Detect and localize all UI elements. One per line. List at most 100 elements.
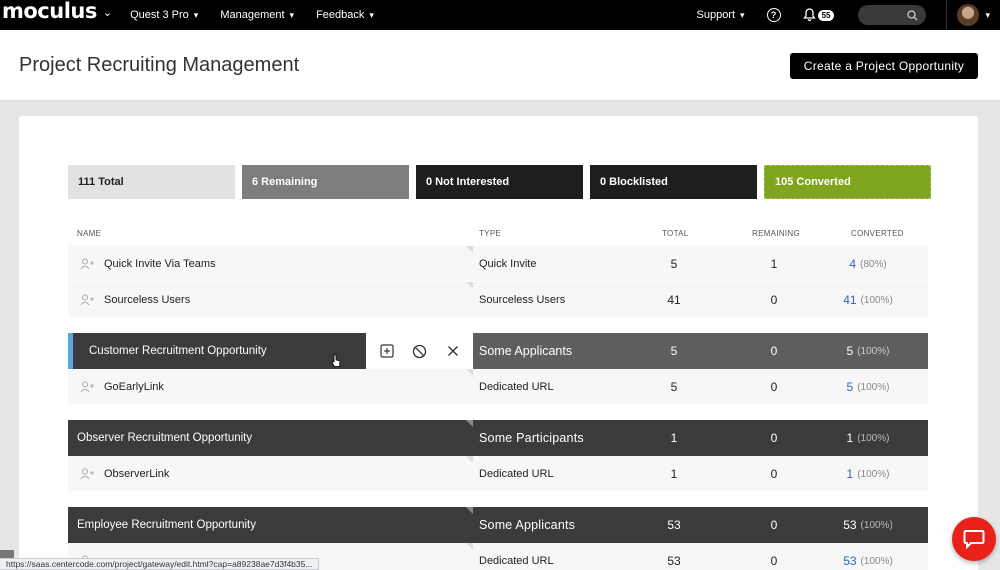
row-remaining: 0 [770, 380, 778, 394]
converted-percent: (80%) [860, 258, 887, 270]
stat-converted[interactable]: 105 Converted [764, 165, 931, 199]
group-row-hovered[interactable]: Customer Recruitment Opportunity Some Ap… [68, 333, 928, 369]
converted-percent: (100%) [857, 345, 890, 357]
group-name[interactable]: Customer Recruitment Opportunity [68, 333, 366, 369]
row-name: Sourceless Users [104, 294, 191, 306]
row-total: 53 [667, 554, 681, 568]
chevron-down-icon: ▾ [369, 9, 374, 20]
converted-percent: (100%) [860, 555, 893, 567]
row-total: 53 [667, 518, 681, 532]
group-row[interactable]: Employee Recruitment Opportunity Some Ap… [68, 507, 928, 543]
page-title: Project Recruiting Management [19, 54, 300, 76]
stat-not-interested[interactable]: 0 Not Interested [416, 165, 583, 199]
table-row[interactable]: GoEarlyLink Dedicated URL 5 0 5 (100%) [68, 369, 928, 405]
converted-link[interactable]: 4 [849, 257, 856, 271]
add-button[interactable] [378, 342, 396, 360]
recruiting-card: 111 Total 6 Remaining 0 Not Interested 0… [19, 116, 978, 570]
help-icon[interactable]: ? [766, 8, 781, 22]
converted-percent: (100%) [857, 432, 890, 444]
group-name[interactable]: Employee Recruitment Opportunity [68, 507, 473, 543]
nav-right: Support ▾ ? 55 ▾ [697, 0, 1000, 30]
converted-count: 53 [843, 518, 857, 532]
hand-cursor-icon [331, 354, 341, 367]
row-remaining: 0 [770, 344, 778, 358]
row-type: Dedicated URL [479, 381, 554, 393]
stat-blocklisted[interactable]: 0 Blocklisted [590, 165, 757, 199]
converted-link[interactable]: 41 [843, 293, 856, 307]
row-total: 5 [670, 380, 678, 394]
bell-icon [802, 8, 816, 22]
table-row[interactable]: Quick Invite Via Teams Quick Invite 5 1 … [68, 246, 928, 282]
nav-item-feedback[interactable]: Feedback ▾ [316, 9, 374, 21]
row-type: Some Participants [479, 431, 584, 445]
add-user-icon [80, 468, 96, 480]
chat-bubble-icon [963, 530, 985, 549]
chevron-down-icon[interactable]: ⌄ [103, 6, 112, 19]
nav-item-project[interactable]: Quest 3 Pro ▾ [130, 9, 198, 21]
chevron-down-icon: ▾ [289, 9, 295, 20]
support-menu[interactable]: Support ▾ [697, 9, 745, 21]
logo[interactable]: moculus [2, 0, 97, 23]
table-row[interactable]: Sourceless Users Sourceless Users 41 0 4… [68, 282, 928, 318]
side-tab [0, 550, 14, 558]
row-type: Some Applicants [479, 518, 576, 532]
chevron-down-icon: ▾ [740, 9, 745, 20]
converted-link[interactable]: 53 [843, 554, 856, 568]
table-row[interactable]: ObserverLink Dedicated URL 1 0 1 (100%) [68, 456, 928, 492]
search-input[interactable] [858, 5, 927, 25]
nav-menu: Quest 3 Pro ▾ Management ▾ Feedback ▾ [130, 9, 396, 21]
browser-status-url: https://saas.centercode.com/project/gate… [0, 558, 320, 570]
add-user-icon [80, 294, 96, 306]
converted-percent: (100%) [860, 519, 893, 531]
chat-launcher-button[interactable] [952, 517, 996, 561]
add-user-icon [80, 381, 96, 393]
row-remaining: 0 [770, 293, 778, 307]
nav-item-label: Feedback [316, 9, 365, 21]
stat-total[interactable]: 111 Total [68, 165, 235, 199]
chevron-down-icon: ▾ [193, 9, 199, 20]
converted-link[interactable]: 1 [847, 467, 854, 481]
column-header-converted: CONVERTED [851, 229, 904, 238]
close-button[interactable] [444, 342, 462, 360]
stats-bar: 111 Total 6 Remaining 0 Not Interested 0… [68, 165, 931, 199]
row-remaining: 0 [770, 518, 778, 532]
nav-item-management[interactable]: Management ▾ [220, 9, 294, 21]
nav-item-label: Management [220, 9, 285, 21]
group-row[interactable]: Observer Recruitment Opportunity Some Pa… [68, 420, 928, 456]
row-type: Sourceless Users [479, 294, 566, 306]
stat-remaining[interactable]: 6 Remaining [242, 165, 409, 199]
converted-link[interactable]: 5 [847, 380, 854, 394]
notifications-button[interactable]: 55 [802, 8, 835, 22]
row-name: Quick Invite Via Teams [104, 258, 216, 270]
prohibited-icon [412, 344, 427, 358]
row-total: 1 [670, 467, 678, 481]
row-type: Dedicated URL [479, 468, 554, 480]
row-remaining: 1 [770, 257, 778, 271]
row-actions [366, 333, 473, 369]
row-type: Quick Invite [479, 258, 537, 270]
converted-percent: (100%) [857, 468, 890, 480]
row-type: Some Applicants [479, 344, 573, 358]
page-header: Project Recruiting Management Create a P… [0, 30, 1000, 101]
converted-count: 5 [846, 344, 854, 358]
avatar[interactable] [957, 4, 980, 26]
close-icon [447, 346, 458, 356]
notification-count-badge: 55 [817, 9, 835, 21]
divider [946, 0, 948, 30]
converted-count: 1 [846, 431, 854, 445]
column-header-remaining: REMAINING [752, 229, 801, 238]
row-total: 41 [667, 293, 681, 307]
row-total: 5 [670, 344, 678, 358]
row-total: 1 [670, 431, 678, 445]
block-button[interactable] [411, 342, 429, 360]
row-total: 5 [670, 257, 678, 271]
converted-percent: (100%) [857, 381, 890, 393]
group-name[interactable]: Observer Recruitment Opportunity [68, 420, 473, 456]
converted-percent: (100%) [860, 294, 893, 306]
row-remaining: 0 [770, 467, 778, 481]
row-type: Dedicated URL [479, 555, 554, 567]
row-remaining: 0 [770, 554, 778, 568]
create-opportunity-button[interactable]: Create a Project Opportunity [790, 53, 978, 79]
chevron-down-icon[interactable]: ▾ [985, 10, 990, 21]
support-label: Support [696, 9, 736, 21]
